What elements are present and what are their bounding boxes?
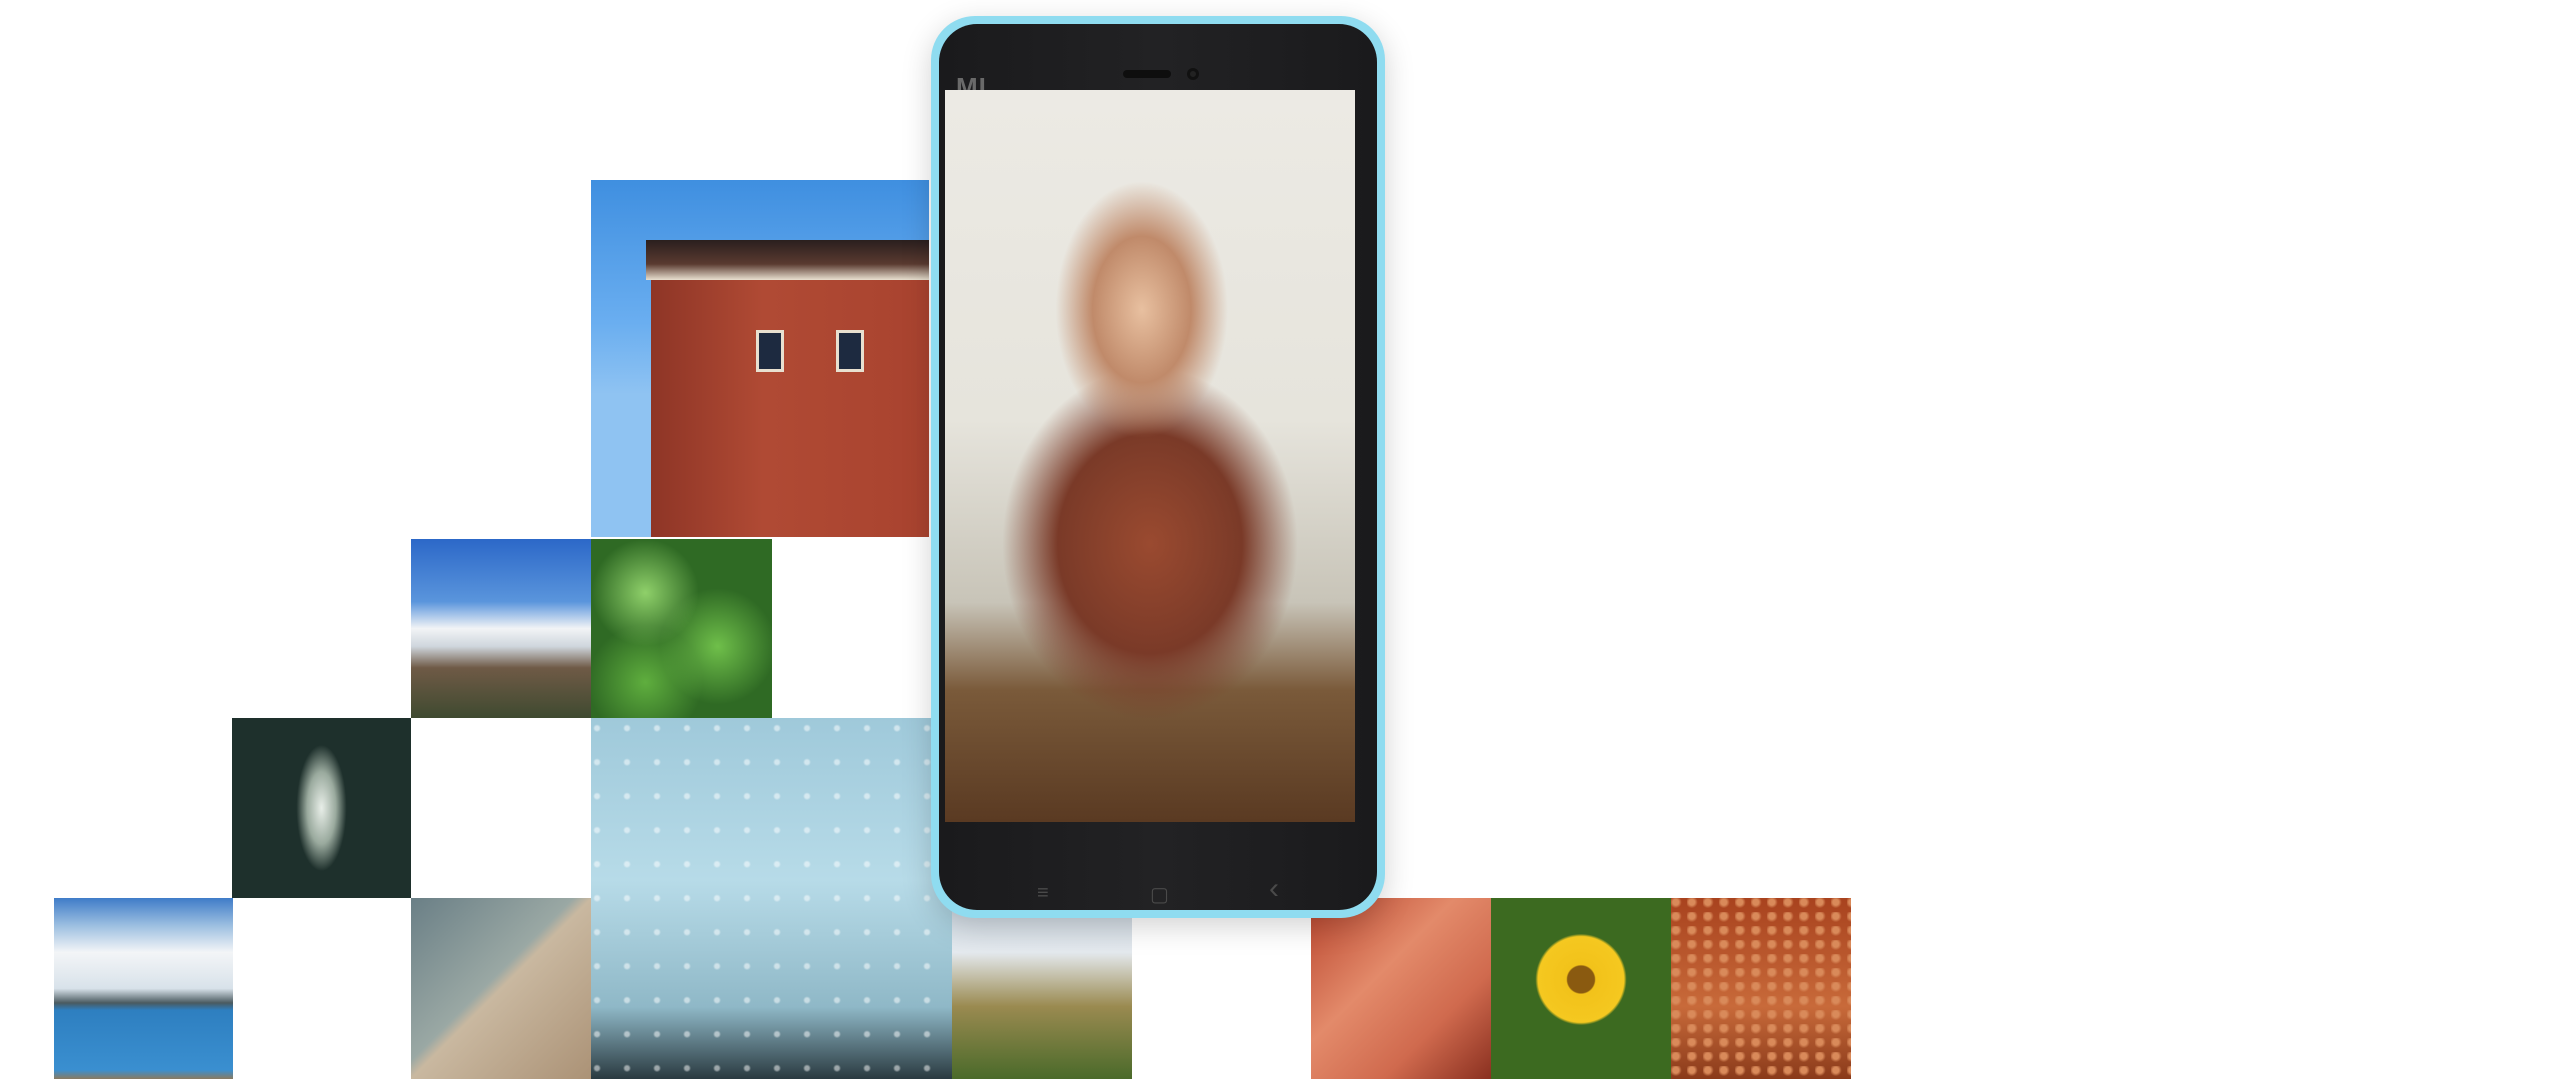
photo-raindrops — [591, 718, 952, 1079]
photo-mountains — [411, 539, 591, 718]
photo-sparkling-water — [232, 718, 411, 898]
photo-yellow-flower — [1491, 898, 1671, 1079]
photo-red-building — [591, 180, 929, 537]
menu-icon: ≡ — [1037, 882, 1049, 904]
home-icon: ▢ — [1150, 884, 1169, 906]
photo-leaves — [591, 539, 772, 718]
speaker-grille — [1123, 70, 1171, 78]
photo-red-gravel — [1671, 898, 1851, 1079]
back-icon: ‹ — [1269, 872, 1279, 905]
phone-device: MI ≡ ▢ ‹ — [931, 16, 1385, 918]
photo-grass-house — [952, 898, 1132, 1079]
photo-palm-shadow — [411, 898, 591, 1079]
front-camera-icon — [1187, 68, 1199, 80]
phone-screen-portrait-photo — [945, 90, 1355, 822]
photo-lake — [54, 898, 233, 1079]
photo-red-wall — [1311, 898, 1491, 1079]
